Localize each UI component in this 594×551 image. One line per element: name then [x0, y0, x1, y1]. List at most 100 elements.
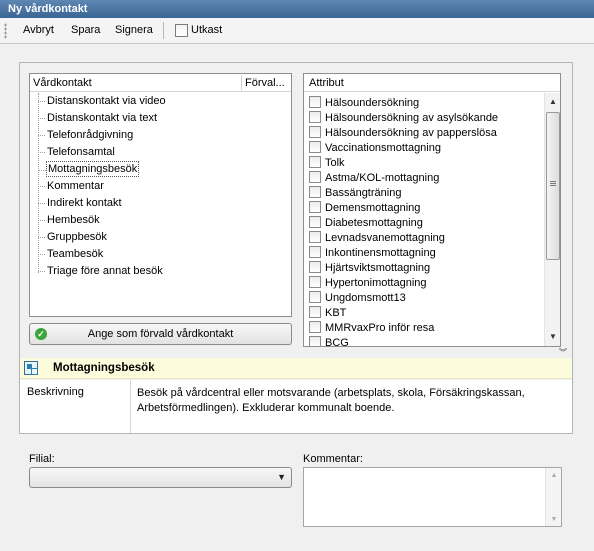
attribute-label[interactable]: Diabetesmottagning — [325, 217, 423, 229]
column-header-default[interactable]: Förval... — [245, 77, 285, 89]
attribute-checkbox[interactable] — [309, 246, 321, 259]
comment-scrollbar[interactable]: ▲ ▼ — [545, 468, 561, 526]
attribute-checkbox[interactable] — [309, 216, 321, 229]
collapse-chevron-icon[interactable]: ︾ — [559, 347, 567, 358]
toolbar-separator — [163, 22, 164, 39]
filial-dropdown[interactable]: ▼ — [29, 467, 292, 488]
attribute-label[interactable]: Inkontinensmottagning — [325, 247, 436, 259]
list-item-selected[interactable]: Mottagningsbesök — [38, 161, 140, 177]
list-item[interactable]: Hembesök — [38, 212, 101, 228]
attribute-checkbox[interactable] — [309, 141, 321, 154]
list-item[interactable]: Kommentar — [38, 178, 105, 194]
comment-label: Kommentar: — [303, 453, 363, 465]
attribute-item[interactable]: Hälsoundersökning av papperslösa — [309, 126, 497, 141]
scrollbar-thumb[interactable] — [546, 112, 560, 260]
tree-connector — [38, 93, 39, 273]
attribute-checkbox[interactable] — [309, 126, 321, 139]
toolbar-grip — [4, 23, 7, 39]
list-item[interactable]: Indirekt kontakt — [38, 195, 123, 211]
attribute-checkbox[interactable] — [309, 96, 321, 109]
filial-label: Filial: — [29, 453, 55, 465]
attribute-checkbox[interactable] — [309, 201, 321, 214]
attribute-list-header: Attribut — [304, 74, 560, 92]
cancel-button[interactable]: Avbryt — [23, 24, 54, 36]
attribute-item[interactable]: Hypertonimottagning — [309, 276, 427, 291]
attribute-item[interactable]: Demensmottagning — [309, 201, 420, 216]
attribute-scrollbar[interactable]: ▲ ▼ — [544, 93, 560, 346]
scroll-up-arrow-icon[interactable]: ▲ — [545, 94, 560, 110]
attribute-item[interactable]: Hjärtsviktsmottagning — [309, 261, 430, 276]
list-item[interactable]: Telefonsamtal — [38, 144, 116, 160]
scroll-down-arrow-icon[interactable]: ▼ — [546, 516, 562, 523]
attribute-item[interactable]: Astma/KOL-mottagning — [309, 171, 439, 186]
column-header-contact[interactable]: Vårdkontakt — [33, 77, 92, 89]
attribute-item[interactable]: Ungdomsmott13 — [309, 291, 406, 306]
description-text: Besök på vårdcentral eller motsvarande (… — [137, 387, 525, 414]
attribute-label[interactable]: Vaccinationsmottagning — [325, 142, 441, 154]
attribute-checkbox[interactable] — [309, 111, 321, 124]
attribute-list[interactable]: Attribut Hälsoundersökning Hälsoundersök… — [303, 73, 561, 347]
attribute-label[interactable]: Ungdomsmott13 — [325, 292, 406, 304]
comment-textarea[interactable]: ▲ ▼ — [303, 467, 562, 527]
attribute-item[interactable]: Bassängträning — [309, 186, 401, 201]
draft-checkbox[interactable] — [175, 24, 188, 37]
attribute-label[interactable]: Tolk — [325, 157, 345, 169]
attribute-item[interactable]: Tolk — [309, 156, 345, 171]
attribute-label[interactable]: Levnadsvanemottagning — [325, 232, 445, 244]
attribute-checkbox[interactable] — [309, 306, 321, 319]
contact-list-header: Vårdkontakt Förval... — [30, 74, 291, 92]
attribute-label[interactable]: Bassängträning — [325, 187, 401, 199]
attribute-item[interactable]: Vaccinationsmottagning — [309, 141, 441, 156]
info-title: Mottagningsbesök — [53, 362, 155, 374]
attribute-item[interactable]: KBT — [309, 306, 346, 321]
attribute-label[interactable]: Hypertonimottagning — [325, 277, 427, 289]
column-divider[interactable] — [241, 75, 242, 90]
attribute-checkbox[interactable] — [309, 171, 321, 184]
attribute-label[interactable]: Hälsoundersökning av asylsökande — [325, 112, 498, 124]
set-default-button[interactable]: ✓ Ange som förvald vårdkontakt — [29, 323, 292, 345]
list-item[interactable]: Gruppbesök — [38, 229, 108, 245]
list-item[interactable]: Triage före annat besök — [38, 263, 164, 279]
attribute-item[interactable]: MMRvaxPro inför resa — [309, 321, 434, 336]
attribute-label[interactable]: Astma/KOL-mottagning — [325, 172, 439, 184]
attribute-item[interactable]: Diabetesmottagning — [309, 216, 423, 231]
list-item[interactable]: Telefonrådgivning — [37, 127, 134, 143]
scroll-down-arrow-icon[interactable]: ▼ — [545, 329, 560, 345]
grip-icon — [550, 181, 556, 186]
attribute-item[interactable]: Levnadsvanemottagning — [309, 231, 445, 246]
attribute-checkbox[interactable] — [309, 276, 321, 289]
info-bar: Mottagningsbesök — [20, 358, 572, 379]
attribute-checkbox[interactable] — [309, 261, 321, 274]
attribute-item[interactable]: Hälsoundersökning — [309, 96, 419, 111]
attribute-item[interactable]: Hälsoundersökning av asylsökande — [309, 111, 498, 126]
attribute-label[interactable]: Hälsoundersökning — [325, 97, 419, 109]
attribute-checkbox[interactable] — [309, 186, 321, 199]
attribute-checkbox[interactable] — [309, 321, 321, 334]
attribute-label[interactable]: MMRvaxPro inför resa — [325, 322, 434, 334]
scroll-up-arrow-icon[interactable]: ▲ — [546, 472, 562, 479]
attribute-checkbox[interactable] — [309, 336, 321, 346]
attribute-checkbox[interactable] — [309, 291, 321, 304]
save-button[interactable]: Spara — [71, 24, 100, 36]
toolbar: Avbryt Spara Signera Utkast — [0, 18, 594, 44]
list-item[interactable]: Distanskontakt via video — [38, 93, 167, 109]
draft-label[interactable]: Utkast — [191, 24, 222, 36]
attribute-checkbox[interactable] — [309, 231, 321, 244]
attribute-item[interactable]: BCG — [309, 336, 349, 346]
attribute-label[interactable]: Demensmottagning — [325, 202, 420, 214]
attribute-checkbox[interactable] — [309, 156, 321, 169]
list-item[interactable]: Distanskontakt via text — [37, 110, 158, 126]
description-area: Beskrivning Besök på vårdcentral eller m… — [20, 380, 572, 433]
description-label: Beskrivning — [27, 386, 84, 398]
attribute-item[interactable]: Inkontinensmottagning — [309, 246, 436, 261]
attribute-label[interactable]: KBT — [325, 307, 346, 319]
window-title: Ny vårdkontakt — [0, 0, 594, 18]
set-default-label: Ange som förvald vårdkontakt — [87, 328, 234, 340]
attribute-label[interactable]: BCG — [325, 337, 349, 346]
list-item[interactable]: Teambesök — [37, 246, 104, 262]
sign-button[interactable]: Signera — [115, 24, 153, 36]
dropdown-arrow-icon[interactable]: ▼ — [277, 472, 286, 482]
attribute-label[interactable]: Hälsoundersökning av papperslösa — [325, 127, 497, 139]
attribute-label[interactable]: Hjärtsviktsmottagning — [325, 262, 430, 274]
contact-list[interactable]: Vårdkontakt Förval... Distanskontakt via… — [29, 73, 292, 317]
